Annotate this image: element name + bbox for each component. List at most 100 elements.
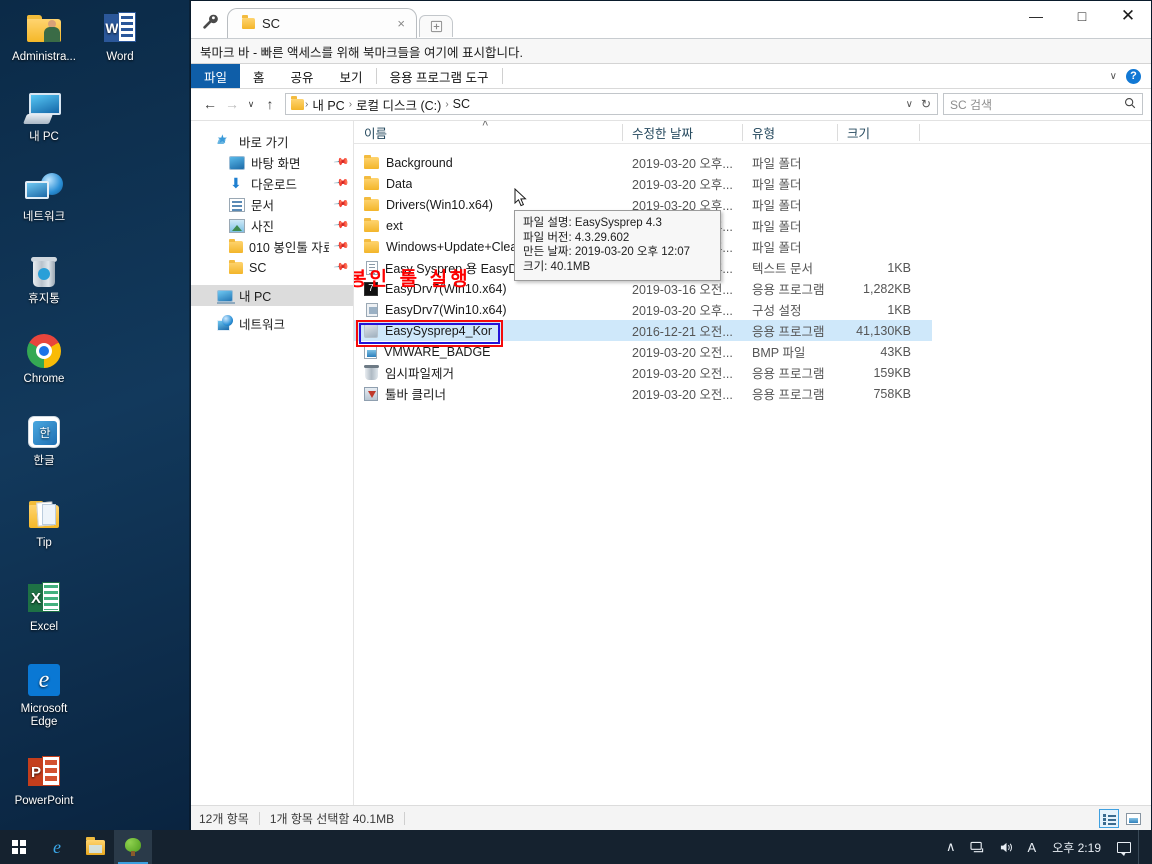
breadcrumb-local-disk[interactable]: 로컬 디스크 (C:) [353, 95, 444, 114]
desktop-icon-microsoft-edge[interactable]: Microsoft Edge [6, 660, 82, 729]
desktop-icon-powerpoint[interactable]: P PowerPoint [6, 752, 82, 808]
column-header-type[interactable]: 유형 [742, 121, 837, 144]
table-row-selected[interactable]: EasySysprep4_Kor 2016-12-21 오전... 응용 프로그… [354, 320, 932, 347]
nav-item-network[interactable]: 네트워크 [191, 313, 353, 334]
tooltip-line: 파일 버전: 4.3.29.602 [523, 231, 630, 244]
volume-tray-icon[interactable] [992, 830, 1021, 864]
table-row[interactable]: EasyDrv7(Win10.x64) 2019-03-20 오후... 구성 … [354, 299, 1151, 320]
nav-label: 문서 [251, 199, 275, 213]
breadcrumb-sc[interactable]: SC [450, 97, 473, 111]
desktop-icon-chrome[interactable]: Chrome [6, 330, 82, 386]
table-row[interactable]: 임시파일제거 2019-03-20 오전... 응용 프로그램 159KB [354, 362, 1151, 383]
tab-view[interactable]: 보기 [327, 64, 376, 88]
search-icon [1124, 97, 1136, 112]
column-header-date[interactable]: 수정한 날짜 [622, 121, 742, 144]
network-tray-icon[interactable] [963, 830, 992, 864]
desktop-icon-recycle-bin[interactable]: 휴지통 [6, 250, 82, 306]
config-icon [366, 302, 378, 317]
start-button[interactable] [0, 830, 38, 864]
table-row[interactable]: Data 2019-03-20 오후... 파일 폴더 [354, 173, 1151, 194]
recent-locations-button[interactable]: ∨ [243, 93, 259, 115]
desktop-icon-hangul[interactable]: 한글 [6, 412, 82, 468]
minimize-button[interactable]: — [1013, 0, 1059, 31]
divider [501, 68, 503, 84]
table-row[interactable]: Easy Sysprep 용 EasyDrv7 경로 2019-03-20 오후… [354, 257, 1151, 278]
tab-share[interactable]: 공유 [278, 64, 327, 88]
new-tab-button[interactable] [419, 15, 453, 37]
up-button[interactable]: ↑ [259, 93, 281, 115]
desktop-icon-this-pc[interactable]: 내 PC [6, 88, 82, 144]
trash-tool-icon [364, 364, 379, 380]
close-button[interactable]: ✕ [1105, 0, 1151, 31]
taskbar-file-explorer[interactable] [76, 830, 114, 864]
help-icon[interactable]: ? [1126, 68, 1141, 84]
chevron-down-icon[interactable]: ∨ [1110, 71, 1117, 82]
pin-icon[interactable]: 📌 [332, 238, 349, 254]
chevron-down-icon[interactable]: ∨ [906, 99, 913, 110]
desktop-icon-word[interactable]: W Word [82, 8, 158, 64]
table-row[interactable]: Drivers(Win10.x64) 2019-03-20 오후... 파일 폴… [354, 194, 1151, 215]
network-icon [6, 168, 82, 208]
table-row[interactable]: 툴바 클리너 2019-03-20 오전... 응용 프로그램 758KB [354, 383, 1151, 404]
hangul-icon [6, 412, 82, 452]
edge-icon [6, 660, 82, 700]
details-view-button[interactable] [1099, 809, 1119, 828]
column-header-extra[interactable] [919, 121, 949, 144]
table-row[interactable]: EasyDrv7(Win10.x64) 2019-03-16 오전... 응용 … [354, 278, 1151, 299]
maximize-button[interactable]: □ [1059, 0, 1105, 31]
tab-file[interactable]: 파일 [191, 64, 241, 88]
breadcrumb-this-pc[interactable]: 내 PC [309, 95, 347, 114]
bookmark-bar[interactable]: 북마크 바 - 빠른 액세스를 위해 북마크들을 여기에 표시합니다. [191, 39, 1151, 64]
pictures-icon [229, 218, 245, 233]
nav-item-this-pc[interactable]: 내 PC [191, 285, 353, 306]
wrench-icon[interactable] [191, 4, 227, 38]
pin-icon[interactable]: 📌 [332, 196, 349, 212]
desktop-icon-label: PowerPoint [14, 795, 74, 807]
tab-application-tools[interactable]: 응용 프로그램 도구 [377, 64, 502, 88]
folder-tip-icon [6, 494, 82, 534]
nav-item-pictures[interactable]: 사진 📌 [191, 215, 353, 236]
show-desktop-button[interactable] [1138, 830, 1148, 864]
nav-item-desktop[interactable]: 바탕 화면 📌 [191, 152, 353, 173]
taskbar-app[interactable] [114, 830, 152, 864]
pin-icon[interactable]: 📌 [332, 175, 349, 191]
refresh-icon[interactable]: ↻ [921, 97, 931, 111]
table-row[interactable]: Background 2019-03-20 오후... 파일 폴더 [354, 152, 1151, 173]
table-row[interactable]: ext 2019-03-20 오후... 파일 폴더 [354, 215, 1151, 236]
pin-icon[interactable]: 📌 [332, 217, 349, 233]
forward-button[interactable]: → [221, 93, 243, 115]
search-input[interactable]: SC 검색 [943, 93, 1143, 115]
desktop-icon-excel[interactable]: X Excel [6, 578, 82, 634]
desktop-icon-administrator[interactable]: Administra... [6, 8, 82, 64]
sort-ascending-icon: ˄ [482, 121, 489, 130]
back-button[interactable]: ← [199, 93, 221, 115]
mouse-cursor [514, 187, 528, 213]
divider [258, 812, 260, 825]
tab-home[interactable]: 홈 [240, 64, 278, 88]
nav-item-folder-010[interactable]: 010 봉인툴 자료 📌 [191, 236, 353, 257]
column-header-size[interactable]: 크기 [837, 121, 919, 144]
column-header-name[interactable]: 이름 ˄ [354, 121, 622, 144]
clock[interactable]: 오후 2:19 [1043, 830, 1110, 864]
ime-indicator[interactable]: A [1021, 830, 1044, 864]
table-row[interactable]: Windows+Update+Clean+Tool 2019-03-20 오후.… [354, 236, 1151, 257]
pin-icon[interactable]: 📌 [332, 259, 349, 275]
desktop-icon-network[interactable]: 네트워크 [6, 168, 82, 224]
show-hidden-icons-chevron[interactable]: ∧ [939, 830, 963, 864]
nav-item-downloads[interactable]: 다운로드 📌 [191, 173, 353, 194]
file-list-pane: 이름 ˄ 수정한 날짜 유형 크기 Background 2019-03-20 … [354, 121, 1151, 805]
folder-icon [364, 217, 379, 232]
taskbar-edge[interactable]: e [38, 830, 76, 864]
desktop-icon-tip[interactable]: Tip [6, 494, 82, 550]
address-bar[interactable]: › 내 PC › 로컬 디스크 (C:) › SC ∨ ↻ [285, 93, 938, 115]
nav-item-sc[interactable]: SC 📌 [191, 257, 353, 278]
action-center-icon[interactable] [1110, 830, 1138, 864]
nav-quick-access[interactable]: 바로 가기 [191, 131, 353, 152]
table-row[interactable]: VMWARE_BADGE 2019-03-20 오전... BMP 파일 43K… [354, 341, 1151, 362]
pin-icon[interactable]: 📌 [332, 154, 349, 170]
close-icon[interactable]: × [394, 16, 408, 31]
nav-item-documents[interactable]: 문서 📌 [191, 194, 353, 215]
desktop-icon-label: Tip [36, 537, 52, 549]
large-icons-view-button[interactable] [1123, 809, 1143, 828]
browser-tab-sc[interactable]: SC × [227, 8, 417, 38]
